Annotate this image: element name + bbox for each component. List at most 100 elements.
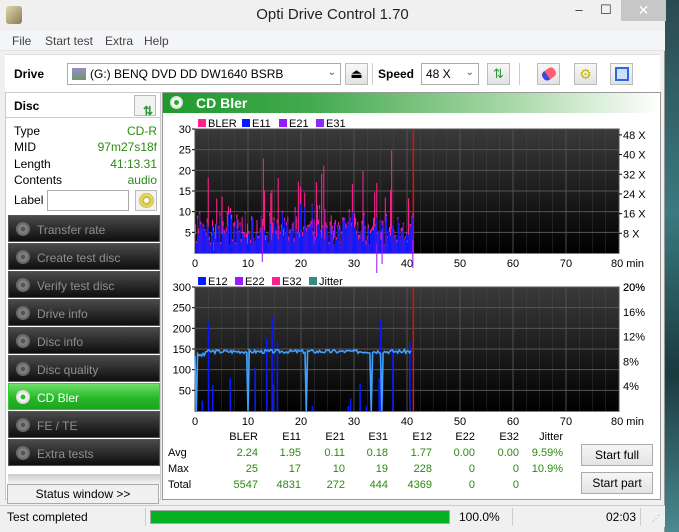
stats-row-label: Total	[168, 479, 192, 491]
e11-bar	[304, 206, 306, 253]
e11-bar	[321, 237, 323, 253]
nav-fe-te[interactable]: FE / TE	[8, 411, 160, 438]
nav-create-test-disc[interactable]: Create test disc	[8, 243, 160, 270]
e11-bar	[260, 216, 262, 253]
stats-cell: 17	[288, 463, 301, 475]
disc-mid-value: 97m27s18f	[97, 140, 157, 154]
progress-bar	[150, 510, 450, 524]
e11-bar	[365, 244, 367, 253]
save-button[interactable]	[610, 63, 633, 85]
e11-bar	[211, 226, 214, 253]
stats-cell: 0	[468, 479, 475, 491]
e11-bar	[315, 237, 317, 253]
y-tick-label: 5	[185, 227, 191, 239]
menu-file[interactable]: File	[12, 34, 31, 48]
start-part-button[interactable]: Start part	[581, 472, 653, 494]
nav-verify-test-disc[interactable]: Verify test disc	[8, 271, 160, 298]
maximize-button[interactable]: ☐	[592, 0, 620, 21]
nav-label: Disc info	[37, 335, 84, 349]
e11-bar	[373, 230, 375, 253]
e11-bar	[308, 227, 310, 253]
legend-label: E31	[326, 118, 346, 130]
progress-label: 100.0%	[459, 510, 500, 524]
legend-swatch	[316, 119, 324, 127]
e11-bar	[205, 235, 207, 253]
e11-bar	[332, 239, 334, 253]
close-button[interactable]: ✕	[621, 0, 666, 21]
nav-transfer-rate[interactable]: Transfer rate	[8, 215, 160, 242]
e11-bar	[319, 208, 321, 253]
nav-cd-bler[interactable]: CD Bler	[8, 383, 160, 410]
e11-bar	[268, 242, 270, 253]
e11-bar	[343, 220, 345, 253]
stats-cell: 10	[332, 463, 345, 475]
nav-extra-tests[interactable]: Extra tests	[8, 439, 160, 466]
e11-bar	[221, 233, 223, 253]
e11-bar	[323, 209, 325, 253]
lower-bler-chart: 50 100 150 200 250 300 0 10 20 30 40 50 60 70 80 min E1…	[173, 276, 646, 428]
y-tick-label: 100	[173, 365, 191, 377]
e11-bar	[269, 216, 271, 253]
nav-drive-info[interactable]: Drive info	[8, 299, 160, 326]
stats-cell: 19	[375, 463, 388, 475]
e11-bar	[355, 224, 357, 253]
e11-bar	[354, 227, 356, 253]
e11-bar	[335, 239, 338, 253]
e11-bar	[278, 227, 280, 253]
x-tick-label: 60	[507, 258, 519, 270]
start-full-button[interactable]: Start full	[581, 444, 653, 466]
e11-bar	[246, 243, 248, 253]
e12-bar	[254, 367, 256, 411]
menu-extra[interactable]: Extra	[105, 34, 133, 48]
nav-disc-info[interactable]: Disc info	[8, 327, 160, 354]
e11-bar	[294, 212, 296, 253]
e11-bar	[366, 239, 368, 253]
disc-test-icon	[16, 306, 30, 320]
disc-contents-key: Contents	[14, 173, 63, 187]
x-tick-label: 70	[560, 416, 572, 428]
drive-select[interactable]: (G:) BENQ DVD DD DW1640 BSRB ⌄	[67, 63, 341, 85]
e11-bar	[383, 244, 385, 253]
e11-bar	[379, 221, 381, 253]
refresh-disc-button[interactable]: ⇅	[134, 95, 156, 118]
speed-select[interactable]: 48 X ⌄	[421, 63, 479, 85]
e12-bar	[365, 406, 368, 411]
minimize-button[interactable]: –	[565, 0, 593, 21]
y-tick-label: 20	[179, 165, 191, 177]
e11-bar	[250, 242, 252, 253]
resize-grip-icon[interactable]: ⋰	[652, 514, 660, 523]
e11-bar	[286, 225, 288, 253]
stats-header: E12	[412, 431, 432, 443]
eject-button[interactable]: ⏏	[345, 63, 368, 85]
e12-bar	[347, 406, 350, 411]
stats-header: E11	[282, 431, 301, 443]
e31-bar	[261, 229, 263, 263]
stats-cell: 0	[512, 479, 519, 491]
e31-bar	[313, 219, 315, 244]
e11-bar	[241, 233, 243, 253]
erase-button[interactable]	[537, 63, 560, 85]
e11-bar	[245, 237, 247, 253]
settings-button[interactable]: ⚙	[574, 63, 597, 85]
refresh-speed-button[interactable]: ⇅	[487, 63, 510, 85]
menu-help[interactable]: Help	[144, 34, 169, 48]
e11-bar	[201, 228, 203, 253]
e11-bar	[275, 234, 277, 253]
menu-start-test[interactable]: Start test	[45, 34, 93, 48]
nav-disc-quality[interactable]: Disc quality	[8, 355, 160, 382]
status-window-button[interactable]: Status window >>	[7, 484, 159, 504]
disc-label-input[interactable]	[47, 190, 129, 211]
e11-bar	[345, 228, 347, 253]
e11-bar	[306, 231, 308, 253]
e11-bar	[263, 230, 265, 253]
upper-bler-chart: 5 10 15 20 25 30 0 10 20 30 40 50 60 70 80 min BLER E11 E…	[179, 118, 646, 273]
stats-cell: 228	[413, 463, 432, 475]
e11-bar	[344, 217, 346, 253]
legend-label: Jitter	[319, 276, 343, 288]
e11-bar	[329, 225, 331, 253]
disc-test-icon	[16, 418, 30, 432]
floppy-disk-icon	[614, 67, 629, 81]
e11-bar	[251, 220, 253, 253]
disc-label-button[interactable]	[135, 190, 157, 211]
disc-type-key: Type	[14, 124, 41, 138]
